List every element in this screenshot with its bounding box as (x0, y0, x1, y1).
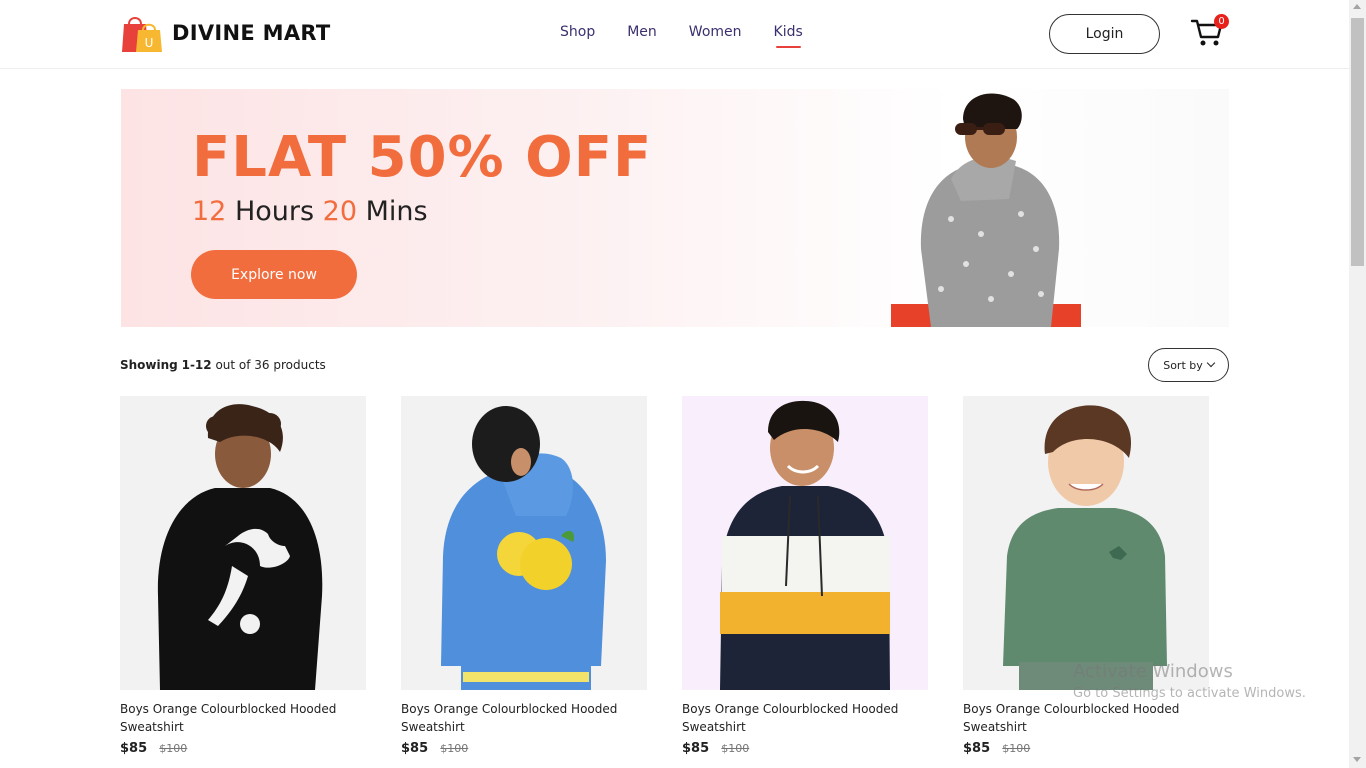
nav-kids[interactable]: Kids (774, 24, 803, 48)
product-name[interactable]: Boys Orange Colourblocked Hooded Sweatsh… (401, 700, 621, 736)
product-card[interactable]: Boys Orange Colourblocked Hooded Sweatsh… (120, 396, 366, 756)
banner-title: FLAT 50% OFF (192, 125, 653, 190)
current-price: $85 (120, 741, 148, 756)
product-photo (441, 406, 606, 690)
logo-letter: U (145, 36, 154, 50)
product-price: $85 $100 (682, 741, 928, 756)
product-card[interactable]: Boys Orange Colourblocked Hooded Sweatsh… (682, 396, 928, 756)
original-price: $100 (1002, 742, 1031, 755)
product-name[interactable]: Boys Orange Colourblocked Hooded Sweatsh… (682, 700, 902, 736)
product-photo (1003, 405, 1167, 690)
showing-suffix: out of 36 products (215, 358, 326, 372)
product-photo (720, 400, 890, 690)
explore-now-button[interactable]: Explore now (191, 250, 357, 299)
cart-count-badge: 0 (1214, 14, 1229, 29)
current-price: $85 (682, 741, 710, 756)
current-price: $85 (963, 741, 991, 756)
login-button[interactable]: Login (1049, 14, 1160, 54)
product-card[interactable]: Boys Orange Colourblocked Hooded Sweatsh… (401, 396, 647, 756)
product-photo (157, 404, 323, 690)
product-price: $85 $100 (963, 741, 1209, 756)
countdown-timer: 12 Hours 20 Mins (192, 196, 428, 227)
scrollbar-thumb[interactable] (1351, 18, 1364, 266)
scroll-down-arrow-icon[interactable] (1353, 757, 1361, 762)
original-price: $100 (721, 742, 750, 755)
hours-label: Hours (234, 196, 315, 227)
promo-banner: FLAT 50% OFF 12 Hours 20 Mins Explore no… (121, 89, 1229, 327)
original-price: $100 (159, 742, 188, 755)
shopping-bag-logo-icon: U (122, 17, 162, 52)
current-price: $85 (401, 741, 429, 756)
product-image[interactable] (682, 396, 928, 690)
hours-value: 12 (192, 196, 227, 227)
banner-model-image (891, 93, 1081, 327)
original-price: $100 (440, 742, 469, 755)
nav-men[interactable]: Men (627, 24, 657, 40)
mins-label: Mins (365, 196, 428, 227)
sort-label: Sort by (1163, 358, 1203, 372)
product-name[interactable]: Boys Orange Colourblocked Hooded Sweatsh… (120, 700, 340, 736)
product-price: $85 $100 (401, 741, 647, 756)
site-header: U DIVINE MART Shop Men Women Kids Login (0, 0, 1349, 69)
product-image[interactable] (120, 396, 366, 690)
scroll-up-arrow-icon[interactable] (1353, 4, 1361, 9)
product-name[interactable]: Boys Orange Colourblocked Hooded Sweatsh… (963, 700, 1183, 736)
product-image[interactable] (963, 396, 1209, 690)
results-count: Showing 1-12 out of 36 products (120, 358, 326, 372)
nav-women[interactable]: Women (689, 24, 742, 40)
product-card[interactable]: Boys Orange Colourblocked Hooded Sweatsh… (963, 396, 1209, 756)
product-image[interactable] (401, 396, 647, 690)
brand-logo[interactable]: U DIVINE MART (120, 12, 331, 54)
sort-by-button[interactable]: Sort by (1148, 348, 1229, 382)
product-price: $85 $100 (120, 741, 366, 756)
brand-name: DIVINE MART (172, 21, 331, 45)
chevron-down-icon (1206, 358, 1216, 368)
showing-range: 1-12 (181, 358, 212, 372)
mins-value: 20 (322, 196, 358, 227)
nav-shop[interactable]: Shop (560, 24, 595, 40)
main-nav: Shop Men Women Kids (560, 24, 835, 48)
showing-prefix: Showing (120, 358, 178, 372)
